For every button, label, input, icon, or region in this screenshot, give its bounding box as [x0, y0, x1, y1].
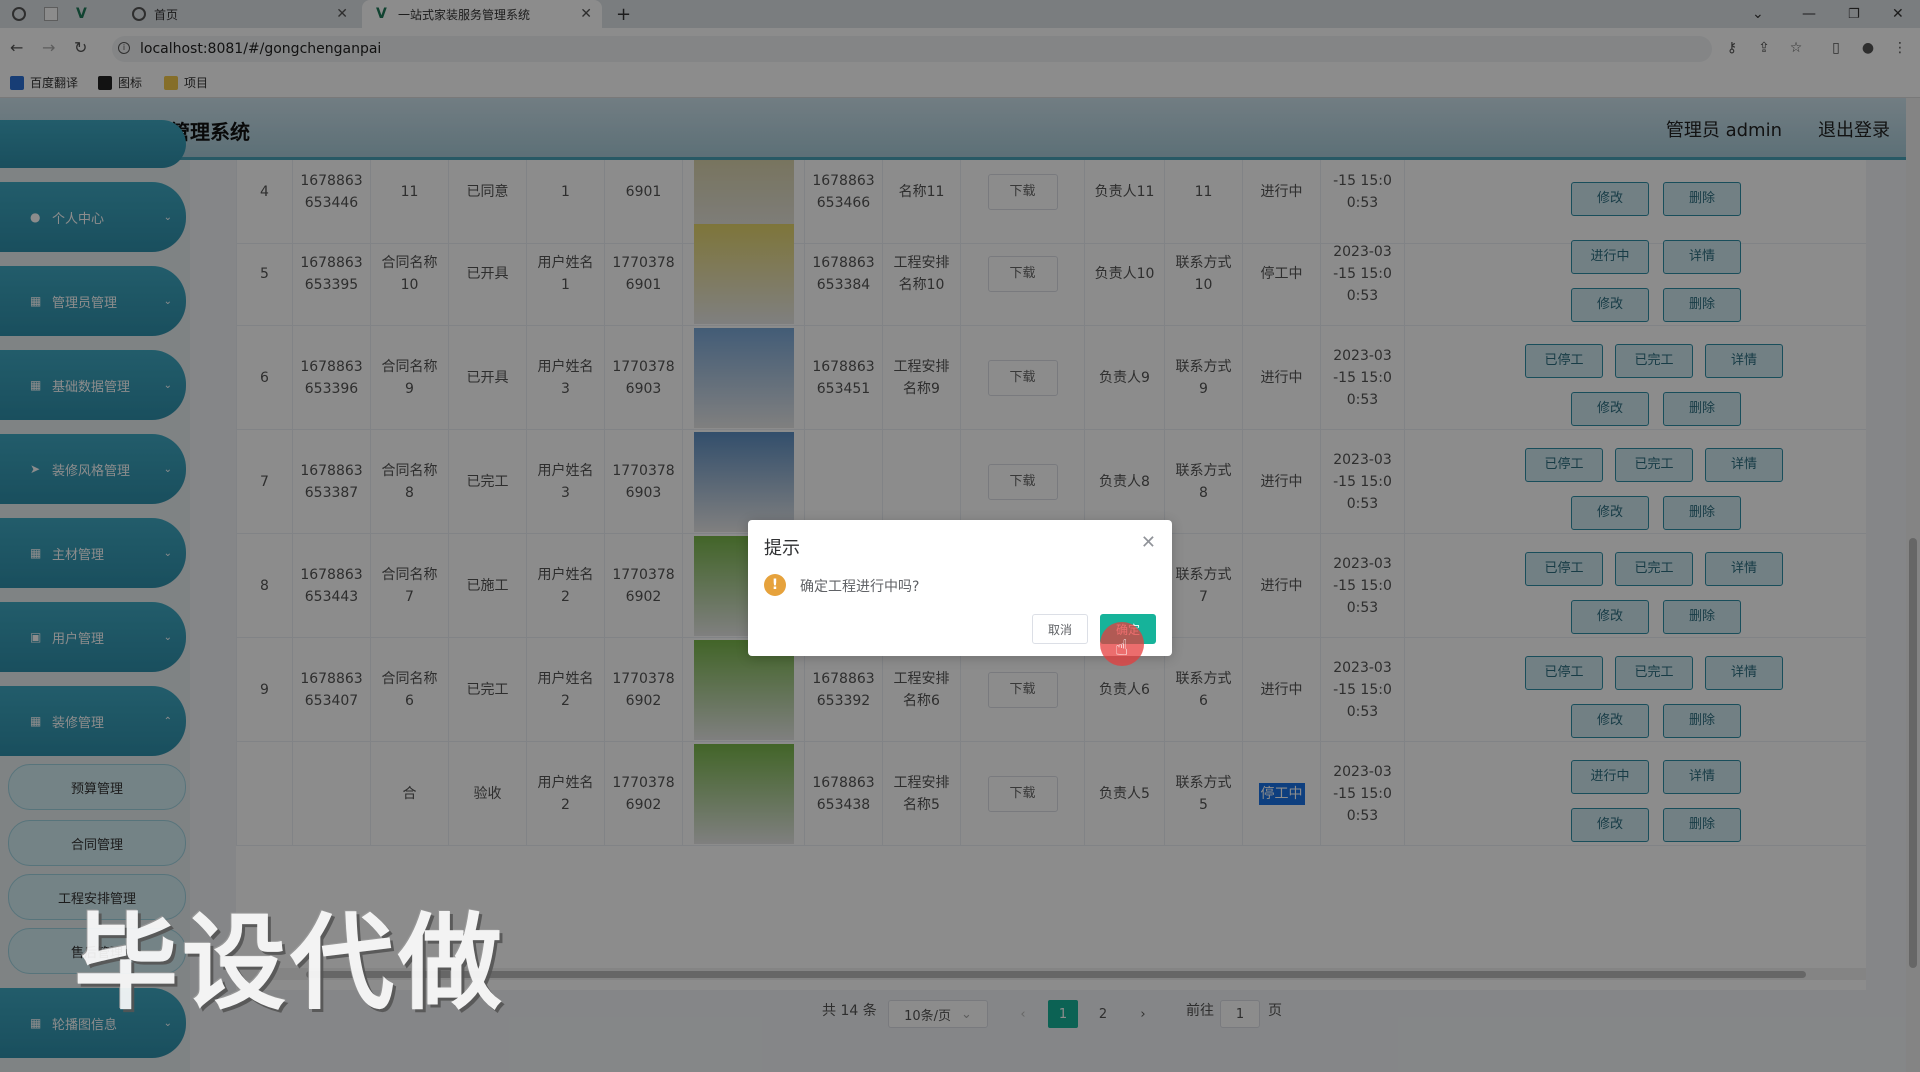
dialog-title: 提示 — [764, 538, 800, 559]
cancel-button[interactable]: 取消 — [1032, 614, 1088, 644]
hand-cursor-icon: ☝ — [1115, 636, 1129, 661]
warning-icon: ! — [764, 574, 786, 596]
watermark-text: 毕设代做 — [74, 902, 507, 1024]
close-icon[interactable]: ✕ — [1141, 532, 1156, 553]
dialog-message: 确定工程进行中吗? — [800, 579, 920, 595]
